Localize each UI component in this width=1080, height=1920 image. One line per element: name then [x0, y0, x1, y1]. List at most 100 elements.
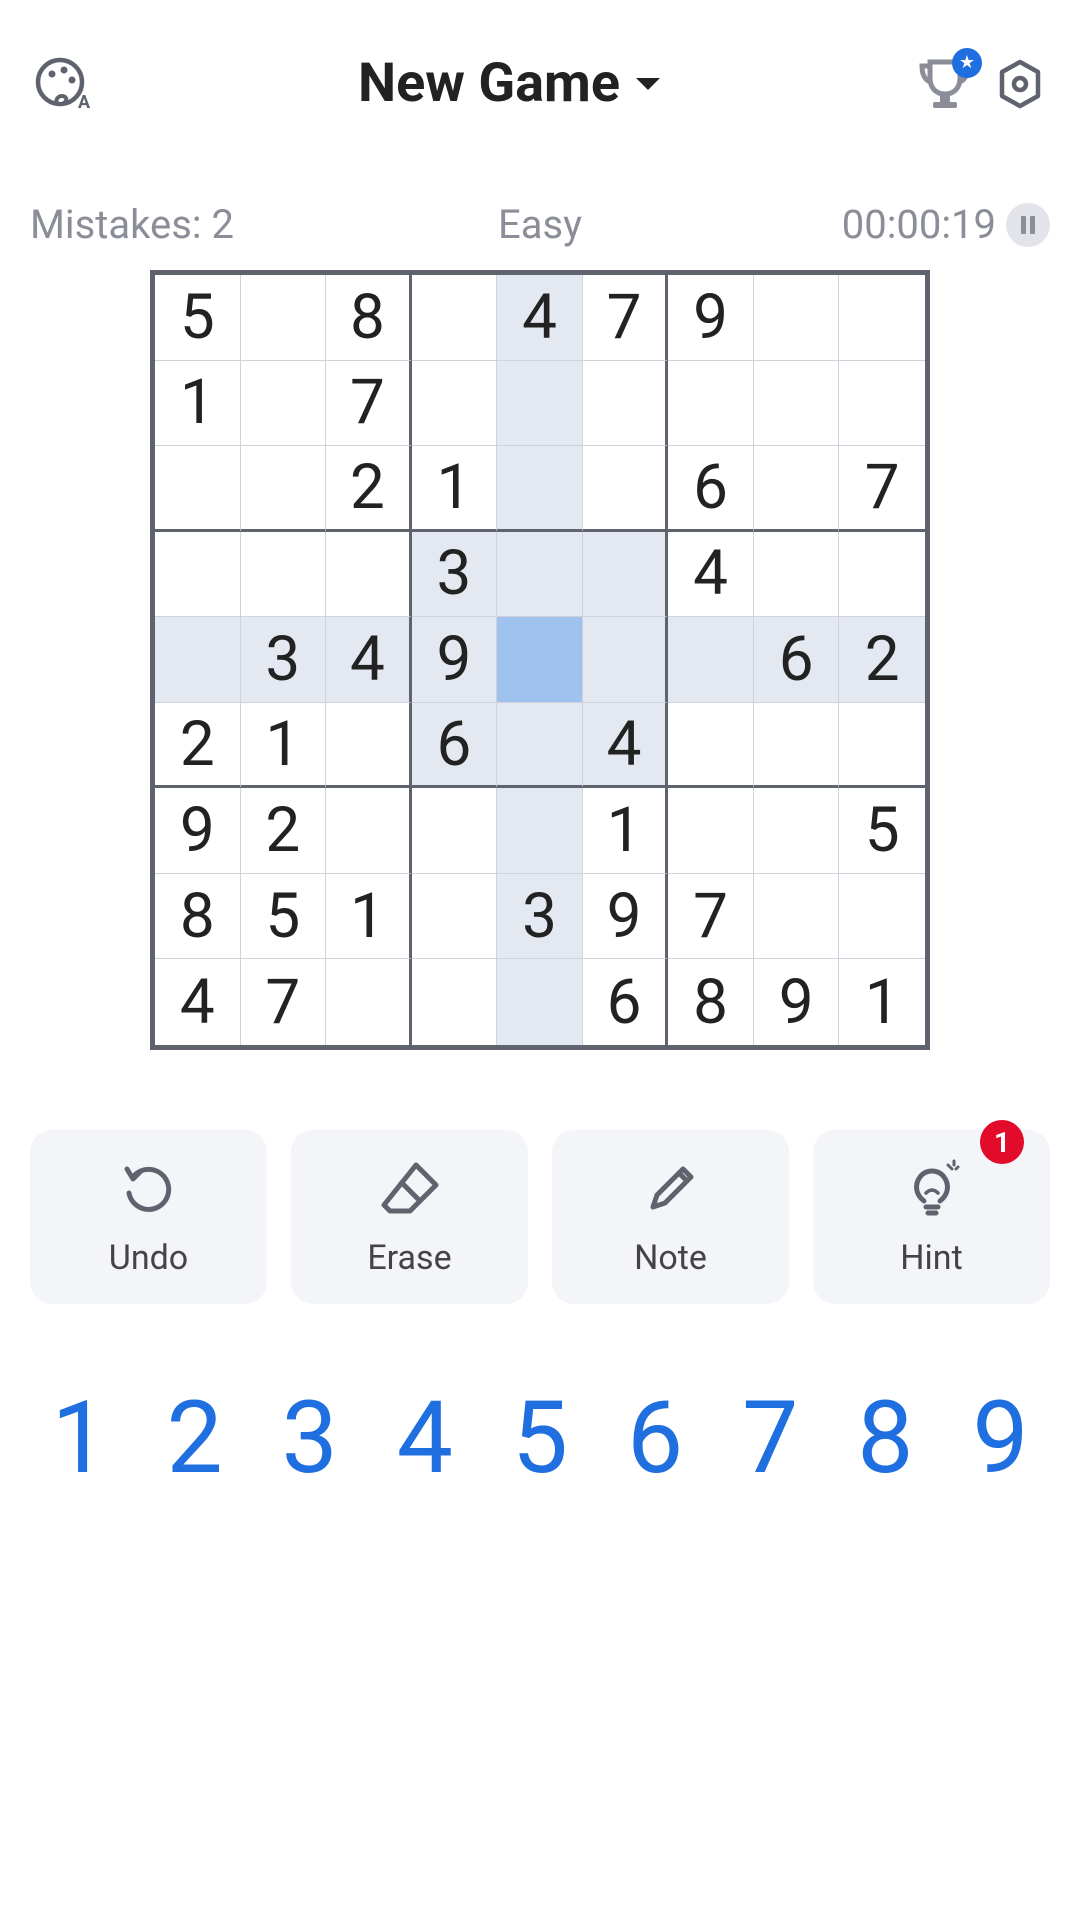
cell-r2-c6[interactable]: 6	[668, 446, 754, 532]
numpad-6[interactable]: 6	[598, 1380, 713, 1497]
cell-r4-c0[interactable]	[155, 617, 241, 703]
cell-r4-c5[interactable]	[583, 617, 669, 703]
cell-r7-c0[interactable]: 8	[155, 874, 241, 960]
cell-r8-c5[interactable]: 6	[583, 959, 669, 1045]
cell-r7-c8[interactable]	[839, 874, 925, 960]
cell-r7-c2[interactable]: 1	[326, 874, 412, 960]
cell-r7-c1[interactable]: 5	[241, 874, 327, 960]
cell-r6-c8[interactable]: 5	[839, 788, 925, 874]
cell-r7-c7[interactable]	[754, 874, 840, 960]
cell-r6-c3[interactable]	[412, 788, 498, 874]
cell-r5-c0[interactable]: 2	[155, 703, 241, 789]
cell-r5-c8[interactable]	[839, 703, 925, 789]
hint-button[interactable]: 1 Hint	[813, 1130, 1050, 1304]
cell-r4-c1[interactable]: 3	[241, 617, 327, 703]
cell-r4-c3[interactable]: 9	[412, 617, 498, 703]
cell-r8-c0[interactable]: 4	[155, 959, 241, 1045]
cell-r0-c1[interactable]	[241, 275, 327, 361]
cell-r0-c5[interactable]: 7	[583, 275, 669, 361]
cell-r1-c3[interactable]	[412, 361, 498, 447]
cell-r5-c5[interactable]: 4	[583, 703, 669, 789]
cell-r1-c0[interactable]: 1	[155, 361, 241, 447]
cell-r0-c2[interactable]: 8	[326, 275, 412, 361]
cell-r2-c3[interactable]: 1	[412, 446, 498, 532]
cell-r7-c6[interactable]: 7	[668, 874, 754, 960]
cell-r4-c8[interactable]: 2	[839, 617, 925, 703]
cell-r3-c5[interactable]	[583, 532, 669, 618]
cell-r5-c4[interactable]	[497, 703, 583, 789]
numpad-4[interactable]: 4	[367, 1380, 482, 1497]
cell-r6-c4[interactable]	[497, 788, 583, 874]
cell-r2-c1[interactable]	[241, 446, 327, 532]
achievements-button[interactable]	[916, 56, 974, 112]
cell-r7-c3[interactable]	[412, 874, 498, 960]
cell-r5-c3[interactable]: 6	[412, 703, 498, 789]
settings-button[interactable]	[994, 58, 1046, 110]
cell-r2-c8[interactable]: 7	[839, 446, 925, 532]
cell-r2-c5[interactable]	[583, 446, 669, 532]
cell-r6-c2[interactable]	[326, 788, 412, 874]
cell-r3-c8[interactable]	[839, 532, 925, 618]
note-button[interactable]: Note	[552, 1130, 789, 1304]
cell-r1-c4[interactable]	[497, 361, 583, 447]
cell-r0-c8[interactable]	[839, 275, 925, 361]
cell-r1-c5[interactable]	[583, 361, 669, 447]
numpad-7[interactable]: 7	[713, 1380, 828, 1497]
cell-r5-c1[interactable]: 1	[241, 703, 327, 789]
cell-r1-c6[interactable]	[668, 361, 754, 447]
cell-r0-c6[interactable]: 9	[668, 275, 754, 361]
cell-r7-c4[interactable]: 3	[497, 874, 583, 960]
cell-r8-c2[interactable]	[326, 959, 412, 1045]
cell-r1-c8[interactable]	[839, 361, 925, 447]
numpad-5[interactable]: 5	[482, 1380, 597, 1497]
cell-r1-c2[interactable]: 7	[326, 361, 412, 447]
cell-r7-c5[interactable]: 9	[583, 874, 669, 960]
cell-r6-c5[interactable]: 1	[583, 788, 669, 874]
cell-r3-c2[interactable]	[326, 532, 412, 618]
cell-r2-c7[interactable]	[754, 446, 840, 532]
cell-r2-c4[interactable]	[497, 446, 583, 532]
cell-r3-c4[interactable]	[497, 532, 583, 618]
numpad-3[interactable]: 3	[252, 1380, 367, 1497]
cell-r3-c1[interactable]	[241, 532, 327, 618]
cell-r4-c4[interactable]	[497, 617, 583, 703]
cell-r8-c7[interactable]: 9	[754, 959, 840, 1045]
numpad-9[interactable]: 9	[943, 1380, 1058, 1497]
cell-r3-c0[interactable]	[155, 532, 241, 618]
cell-r6-c1[interactable]: 2	[241, 788, 327, 874]
numpad-1[interactable]: 1	[22, 1380, 137, 1497]
cell-r4-c2[interactable]: 4	[326, 617, 412, 703]
cell-r5-c2[interactable]	[326, 703, 412, 789]
new-game-dropdown[interactable]: New Game	[154, 52, 866, 115]
cell-r3-c6[interactable]: 4	[668, 532, 754, 618]
cell-r8-c4[interactable]	[497, 959, 583, 1045]
cell-r6-c7[interactable]	[754, 788, 840, 874]
cell-r1-c1[interactable]	[241, 361, 327, 447]
cell-r2-c0[interactable]	[155, 446, 241, 532]
cell-r0-c7[interactable]	[754, 275, 840, 361]
cell-r8-c1[interactable]: 7	[241, 959, 327, 1045]
numpad-8[interactable]: 8	[828, 1380, 943, 1497]
cell-r4-c7[interactable]: 6	[754, 617, 840, 703]
cell-r0-c3[interactable]	[412, 275, 498, 361]
numpad-2[interactable]: 2	[137, 1380, 252, 1497]
pause-button[interactable]	[1006, 203, 1050, 247]
cell-r0-c4[interactable]: 4	[497, 275, 583, 361]
cell-r8-c6[interactable]: 8	[668, 959, 754, 1045]
cell-r6-c6[interactable]	[668, 788, 754, 874]
cell-r2-c2[interactable]: 2	[326, 446, 412, 532]
cell-r0-c0[interactable]: 5	[155, 275, 241, 361]
cell-r8-c8[interactable]: 1	[839, 959, 925, 1045]
erase-button[interactable]: Erase	[291, 1130, 528, 1304]
cell-r6-c0[interactable]: 9	[155, 788, 241, 874]
cell-r1-c7[interactable]	[754, 361, 840, 447]
undo-button[interactable]: Undo	[30, 1130, 267, 1304]
cell-r5-c7[interactable]	[754, 703, 840, 789]
cell-r3-c7[interactable]	[754, 532, 840, 618]
cell-r3-c3[interactable]: 3	[412, 532, 498, 618]
theme-button[interactable]: A	[34, 56, 90, 112]
cell-r5-c6[interactable]	[668, 703, 754, 789]
timer: 00:00:19	[842, 201, 996, 248]
cell-r8-c3[interactable]	[412, 959, 498, 1045]
cell-r4-c6[interactable]	[668, 617, 754, 703]
